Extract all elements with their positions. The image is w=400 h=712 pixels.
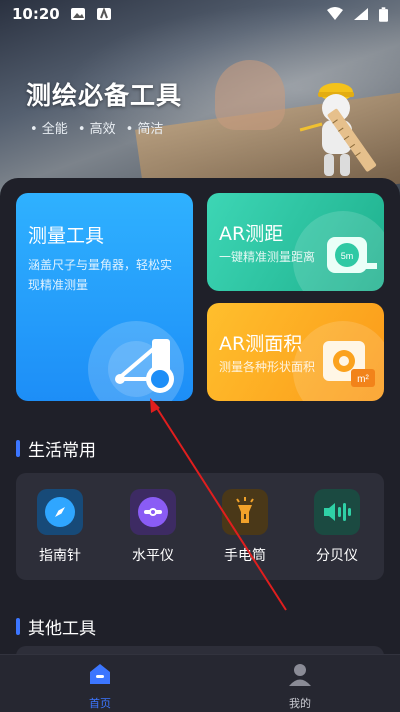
section-title-text: 生活常用 [28,441,96,461]
signal-icon [354,8,368,20]
compass-icon [37,489,83,535]
hero-hand [215,60,285,130]
svg-text:m²: m² [357,374,369,385]
decibel-tool[interactable]: 分贝仪 [302,489,372,565]
level-tool[interactable]: 水平仪 [118,489,188,565]
home-icon [90,664,110,684]
status-time: 10:20 [12,5,60,23]
app-notification-icon [96,7,111,20]
bottom-tab-bar: 首页 我的 [0,654,400,712]
ruler-compass-icon [115,339,174,393]
card-title: AR测距 [219,223,284,245]
gallery-icon [70,8,85,20]
other-section-title: 其他工具 [16,614,96,639]
tab-label: 我的 [289,697,311,710]
tool-label: 水平仪 [132,548,174,564]
mascot-illustration [299,83,377,176]
tab-home[interactable]: 首页 [50,661,150,711]
life-section-title: 生活常用 [16,436,96,461]
decibel-icon [314,489,360,535]
card-title: AR测面积 [219,333,303,355]
wifi-icon [327,7,343,20]
area-camera-icon: m² [323,341,375,387]
flashlight-tool[interactable]: 手电筒 [210,489,280,565]
tool-label: 指南针 [39,548,81,564]
hero-tag: • 高效 [77,122,116,137]
section-bar [16,618,20,635]
hero-tags: • 全能 • 高效 • 简洁 [30,118,163,137]
hero-tag: • 全能 [30,122,68,137]
section-bar [16,440,20,457]
hero-tag: • 简洁 [125,122,164,137]
section-title-text: 其他工具 [28,619,96,639]
card-subtitle: 涵盖尺子与量角器，轻松实现精准测量 [28,258,173,292]
level-icon [130,489,176,535]
ar-distance-card[interactable]: AR测距 一键精准测量距离 5m [207,193,384,291]
tool-label: 分贝仪 [316,548,358,564]
tab-label: 首页 [89,697,111,710]
card-title: 测量工具 [28,225,105,247]
compass-tool[interactable]: 指南针 [25,489,95,565]
tool-label: 手电筒 [224,548,266,564]
tab-mine[interactable]: 我的 [250,661,350,711]
ar-area-card[interactable]: AR测面积 测量各种形状面积 m² [207,303,384,401]
hero-banner: 测绘必备工具 • 全能 • 高效 • 简洁 [0,0,400,200]
flashlight-icon [222,489,268,535]
profile-icon [289,664,311,686]
life-tools-panel: 指南针 水平仪 手电筒 分贝仪 [16,473,384,580]
measure-tools-card[interactable]: 测量工具 涵盖尺子与量角器，轻松实现精准测量 [16,193,193,401]
battery-icon [379,6,388,22]
svg-text:5m: 5m [341,251,354,261]
tape-measure-icon: 5m [327,237,377,273]
hero-title: 测绘必备工具 [26,81,183,110]
status-bar: 10:20 [0,0,400,28]
